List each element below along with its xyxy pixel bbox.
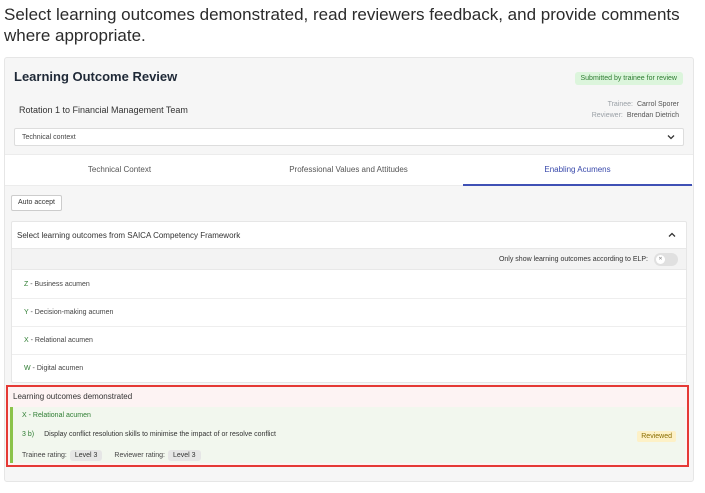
acumen-name: Decision-making acumen [34, 309, 114, 316]
acumen-item-relational[interactable]: X - Relational acumen [12, 327, 686, 355]
demonstrated-heading: Learning outcomes demonstrated [13, 392, 133, 401]
acumen-code: X [24, 337, 29, 344]
status-badge: Submitted by trainee for review [574, 72, 683, 85]
reviewer-rating-label: Reviewer rating: [114, 452, 165, 459]
page-title: Learning Outcome Review [14, 69, 178, 84]
acumen-name: Relational acumen [34, 337, 93, 344]
acumen-name: Business acumen [34, 281, 90, 288]
acumen-item-label: W - Digital acumen [24, 365, 84, 372]
auto-accept-button[interactable]: Auto accept [11, 195, 62, 211]
reviewer-name: Brendan Dietrich [626, 112, 679, 119]
learning-outcomes-demonstrated: Learning outcomes demonstrated X - Relat… [6, 385, 689, 467]
toggle-knob: ✕ [656, 255, 665, 264]
competency-tabs: Technical Context Professional Values an… [5, 154, 693, 186]
acumen-item-decision-making[interactable]: Y - Decision-making acumen [12, 299, 686, 327]
entry-acumen: X - Relational acumen [22, 412, 91, 419]
trainee-rating-label: Trainee rating: [22, 452, 67, 459]
reviewer-label: Reviewer: [591, 112, 623, 119]
acumen-code: Y [24, 309, 29, 316]
outcome-ref: 3 b) [22, 431, 35, 438]
tab-enabling-acumens[interactable]: Enabling Acumens [463, 155, 692, 186]
trainee-rating-pill: Level 3 [69, 450, 103, 461]
instruction-text: Select learning outcomes demonstrated, r… [4, 5, 680, 45]
tab-professional-values[interactable]: Professional Values and Attitudes [234, 155, 463, 186]
elp-filter-toggle[interactable]: ✕ [654, 253, 678, 266]
chevron-down-icon [667, 135, 675, 140]
reviewer-rating-pill: Level 3 [167, 450, 201, 461]
outcome-description: Display conflict resolution skills to mi… [44, 431, 276, 438]
ratings-row: Trainee rating: Level 3 Reviewer rating: L… [22, 450, 211, 461]
trainee-label: Trainee: [607, 101, 633, 108]
outcomes-heading: Select learning outcomes from SAICA Comp… [17, 231, 241, 240]
elp-filter-row: Only show learning outcomes according to… [12, 248, 686, 270]
tab-technical-context[interactable]: Technical Context [5, 155, 234, 186]
acumen-item-label: Z - Business acumen [24, 281, 90, 288]
context-select-value: Technical context [22, 134, 76, 141]
reviewed-badge: Reviewed [637, 431, 676, 442]
acumen-item-label: Y - Decision-making acumen [24, 309, 114, 316]
acumen-item-label: X - Relational acumen [24, 337, 93, 344]
acumen-code: Z [24, 281, 29, 288]
participants-info: Trainee: Carrol Sporer Reviewer: Brendan D… [592, 99, 679, 121]
outcomes-selector: Select learning outcomes from SAICA Comp… [11, 221, 687, 383]
context-select[interactable]: Technical context [14, 128, 684, 146]
demonstrated-outcome-entry[interactable]: X - Relational acumen 3 b) Display confli… [10, 407, 685, 463]
elp-filter-label: Only show learning outcomes according to… [498, 256, 648, 263]
rotation-title: Rotation 1 to Financial Management Team [19, 105, 188, 115]
acumen-code: W [24, 365, 31, 372]
acumen-name: Digital acumen [36, 365, 84, 372]
acumen-item-business[interactable]: Z - Business acumen [12, 271, 686, 299]
entry-outcome: 3 b) Display conflict resolution skills t… [22, 431, 276, 438]
chevron-up-icon[interactable] [666, 229, 678, 241]
trainee-name: Carrol Sporer [636, 101, 679, 108]
acumen-item-digital[interactable]: W - Digital acumen [12, 355, 686, 383]
